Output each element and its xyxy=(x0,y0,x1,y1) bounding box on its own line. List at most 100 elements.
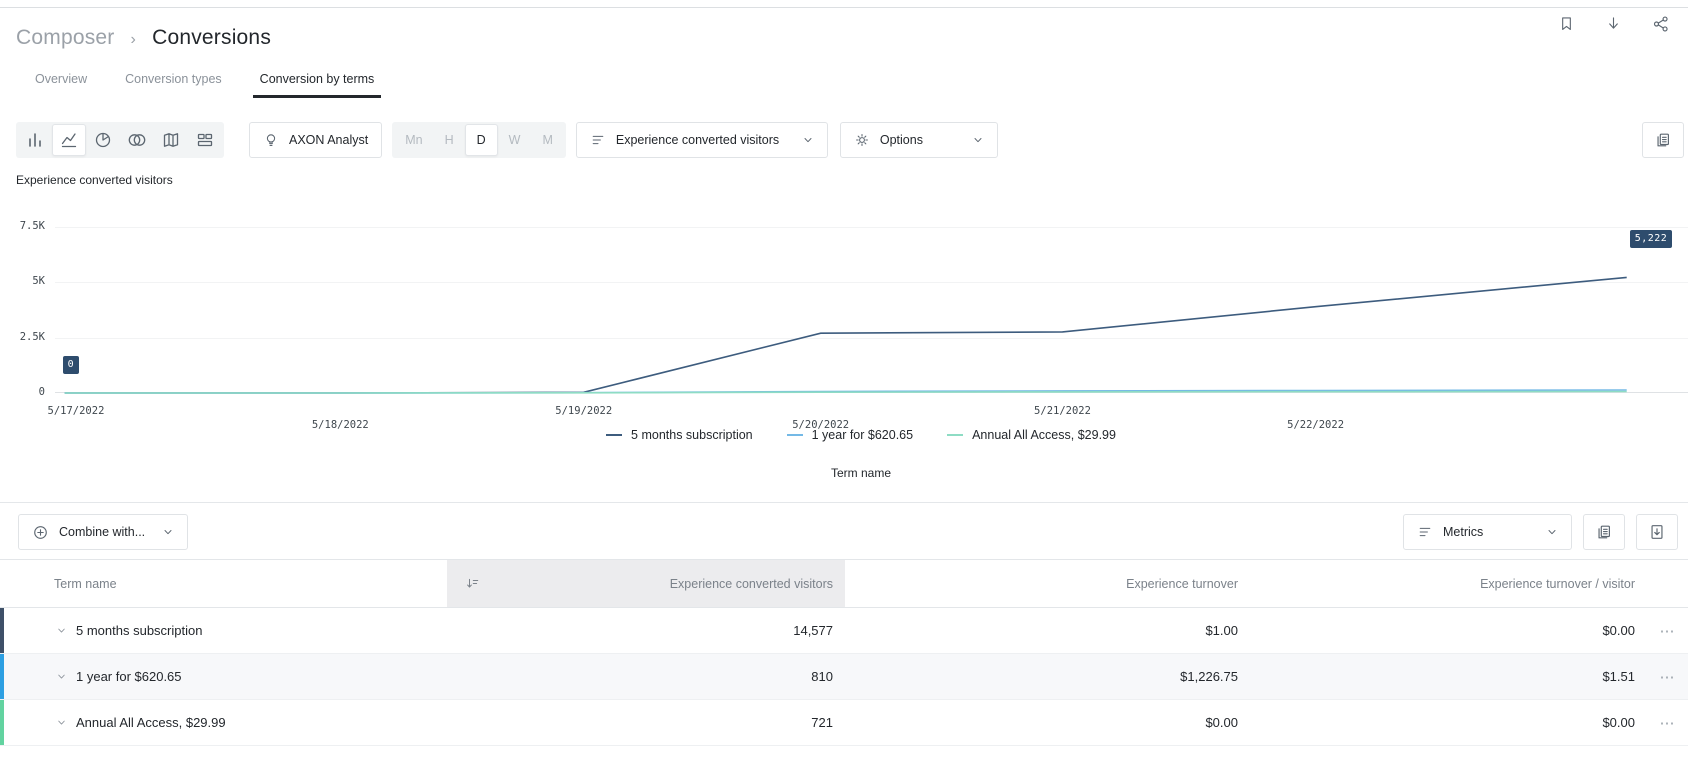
tab-overview[interactable]: Overview xyxy=(28,72,94,98)
granularity-month[interactable]: M xyxy=(531,124,563,156)
window-top-edge xyxy=(0,0,1688,8)
download-button[interactable] xyxy=(1603,12,1624,35)
chevron-down-icon xyxy=(162,526,174,538)
row-menu-button[interactable]: ⋯ xyxy=(1647,668,1688,686)
column-header-converted-visitors[interactable]: Experience converted visitors xyxy=(447,560,845,607)
gear-icon xyxy=(854,132,870,148)
venn-diagram-icon xyxy=(126,130,148,150)
tab-conversion-types[interactable]: Conversion types xyxy=(118,72,229,98)
layout-button[interactable] xyxy=(188,124,222,156)
page-title: Conversions xyxy=(152,26,271,49)
line-chart-plot: 5/17/20225/18/20225/19/20225/20/20225/21… xyxy=(55,227,1667,393)
metrics-label: Metrics xyxy=(1443,525,1483,539)
converted-visitors-value: 810 xyxy=(447,669,845,684)
pages-icon xyxy=(1654,131,1672,149)
chevron-down-icon xyxy=(802,134,814,146)
sort-descending-icon[interactable] xyxy=(465,576,480,591)
venn-diagram-button[interactable] xyxy=(120,124,154,156)
legend-title: Term name xyxy=(55,466,1667,480)
chart-title: Experience converted visitors xyxy=(16,173,1688,187)
line-chart-button[interactable] xyxy=(52,124,86,156)
lightbulb-icon xyxy=(263,131,279,149)
turnover-value: $1.00 xyxy=(845,623,1250,638)
table-row[interactable]: 5 months subscription 14,577 $1.00 $0.00… xyxy=(0,608,1688,654)
y-axis-tick: 7.5K xyxy=(0,220,45,232)
granularity-minute[interactable]: Mn xyxy=(394,124,433,156)
expand-row-icon[interactable] xyxy=(56,625,67,636)
breadcrumb-parent[interactable]: Composer xyxy=(16,26,114,49)
turnover-value: $1,226.75 xyxy=(845,669,1250,684)
series-color-stripe xyxy=(0,700,4,745)
chart-legend: 5 months subscription 1 year for $620.65… xyxy=(55,428,1667,442)
first-point-value-badge: 0 xyxy=(63,356,80,374)
turnover-per-visitor-value: $0.00 xyxy=(1250,715,1647,730)
legend-item[interactable]: 1 year for $620.65 xyxy=(787,428,913,442)
table-row[interactable]: 1 year for $620.65 810 $1,226.75 $1.51 ⋯ xyxy=(0,654,1688,700)
column-header-label: Experience converted visitors xyxy=(670,577,833,591)
legend-dash xyxy=(947,434,963,436)
page-header: Composer › Conversions xyxy=(0,8,1688,50)
table-row[interactable]: Annual All Access, $29.99 721 $0.00 $0.0… xyxy=(0,700,1688,746)
tab-conversion-by-terms[interactable]: Conversion by terms xyxy=(253,72,382,98)
expand-row-icon[interactable] xyxy=(56,671,67,682)
table-toolbar: Combine with... Metrics xyxy=(0,503,1688,559)
combine-with-label: Combine with... xyxy=(59,525,145,539)
share-button[interactable] xyxy=(1650,12,1672,35)
tab-bar: Overview Conversion types Conversion by … xyxy=(0,72,1688,98)
legend-dash xyxy=(787,434,803,436)
converted-visitors-value: 721 xyxy=(447,715,845,730)
turnover-per-visitor-value: $0.00 xyxy=(1250,623,1647,638)
bar-chart-icon xyxy=(25,130,45,150)
legend-item[interactable]: 5 months subscription xyxy=(606,428,753,442)
map-icon xyxy=(161,130,181,150)
axon-analyst-label: AXON Analyst xyxy=(289,133,368,147)
y-axis-tick: 2.5K xyxy=(0,331,45,343)
pages-icon xyxy=(1595,523,1613,541)
expand-row-icon[interactable] xyxy=(56,717,67,728)
metrics-dropdown[interactable]: Metrics xyxy=(1403,514,1572,550)
export-table-button[interactable] xyxy=(1636,514,1678,550)
options-label: Options xyxy=(880,133,923,147)
granularity-hour[interactable]: H xyxy=(434,124,465,156)
metric-selector-dropdown[interactable]: Experience converted visitors xyxy=(576,122,828,158)
copy-table-button[interactable] xyxy=(1583,514,1625,550)
map-button[interactable] xyxy=(154,124,188,156)
list-icon xyxy=(590,132,606,148)
column-header-turnover-per-visitor[interactable]: Experience turnover / visitor xyxy=(1250,577,1647,591)
download-icon xyxy=(1605,14,1622,33)
y-axis-tick: 5K xyxy=(0,275,45,287)
chart-type-switcher xyxy=(16,122,224,158)
options-dropdown[interactable]: Options xyxy=(840,122,998,158)
file-download-icon xyxy=(1648,523,1666,541)
granularity-week[interactable]: W xyxy=(498,124,532,156)
legend-dash xyxy=(606,434,622,436)
column-header-turnover[interactable]: Experience turnover xyxy=(845,577,1250,591)
combine-with-dropdown[interactable]: Combine with... xyxy=(18,514,188,550)
series-color-stripe xyxy=(0,654,4,699)
plus-circle-icon xyxy=(32,524,49,541)
legend-label: Annual All Access, $29.99 xyxy=(972,428,1116,442)
row-menu-button[interactable]: ⋯ xyxy=(1647,622,1688,640)
axon-analyst-button[interactable]: AXON Analyst xyxy=(249,122,382,158)
row-menu-button[interactable]: ⋯ xyxy=(1647,714,1688,732)
converted-visitors-value: 14,577 xyxy=(447,623,845,638)
bookmark-button[interactable] xyxy=(1556,12,1577,35)
header-actions xyxy=(1556,12,1672,35)
x-axis-label: 5/19/2022 xyxy=(555,405,612,417)
pie-chart-button[interactable] xyxy=(86,124,120,156)
column-header-term-name[interactable]: Term name xyxy=(0,577,447,591)
bookmark-icon xyxy=(1558,14,1575,33)
metric-selector-label: Experience converted visitors xyxy=(616,133,779,147)
granularity-day[interactable]: D xyxy=(465,124,498,156)
data-table: Term name Experience converted visitors … xyxy=(0,559,1688,746)
bar-chart-button[interactable] xyxy=(18,124,52,156)
line-chart-icon xyxy=(59,130,79,150)
term-name: 1 year for $620.65 xyxy=(76,669,182,684)
chevron-down-icon xyxy=(1546,526,1558,538)
x-axis-label: 5/21/2022 xyxy=(1034,405,1091,417)
report-pages-button[interactable] xyxy=(1642,122,1684,158)
pie-chart-icon xyxy=(93,130,113,150)
granularity-switcher: Mn H D W M xyxy=(392,122,566,158)
legend-item[interactable]: Annual All Access, $29.99 xyxy=(947,428,1116,442)
table-header-row: Term name Experience converted visitors … xyxy=(0,560,1688,608)
